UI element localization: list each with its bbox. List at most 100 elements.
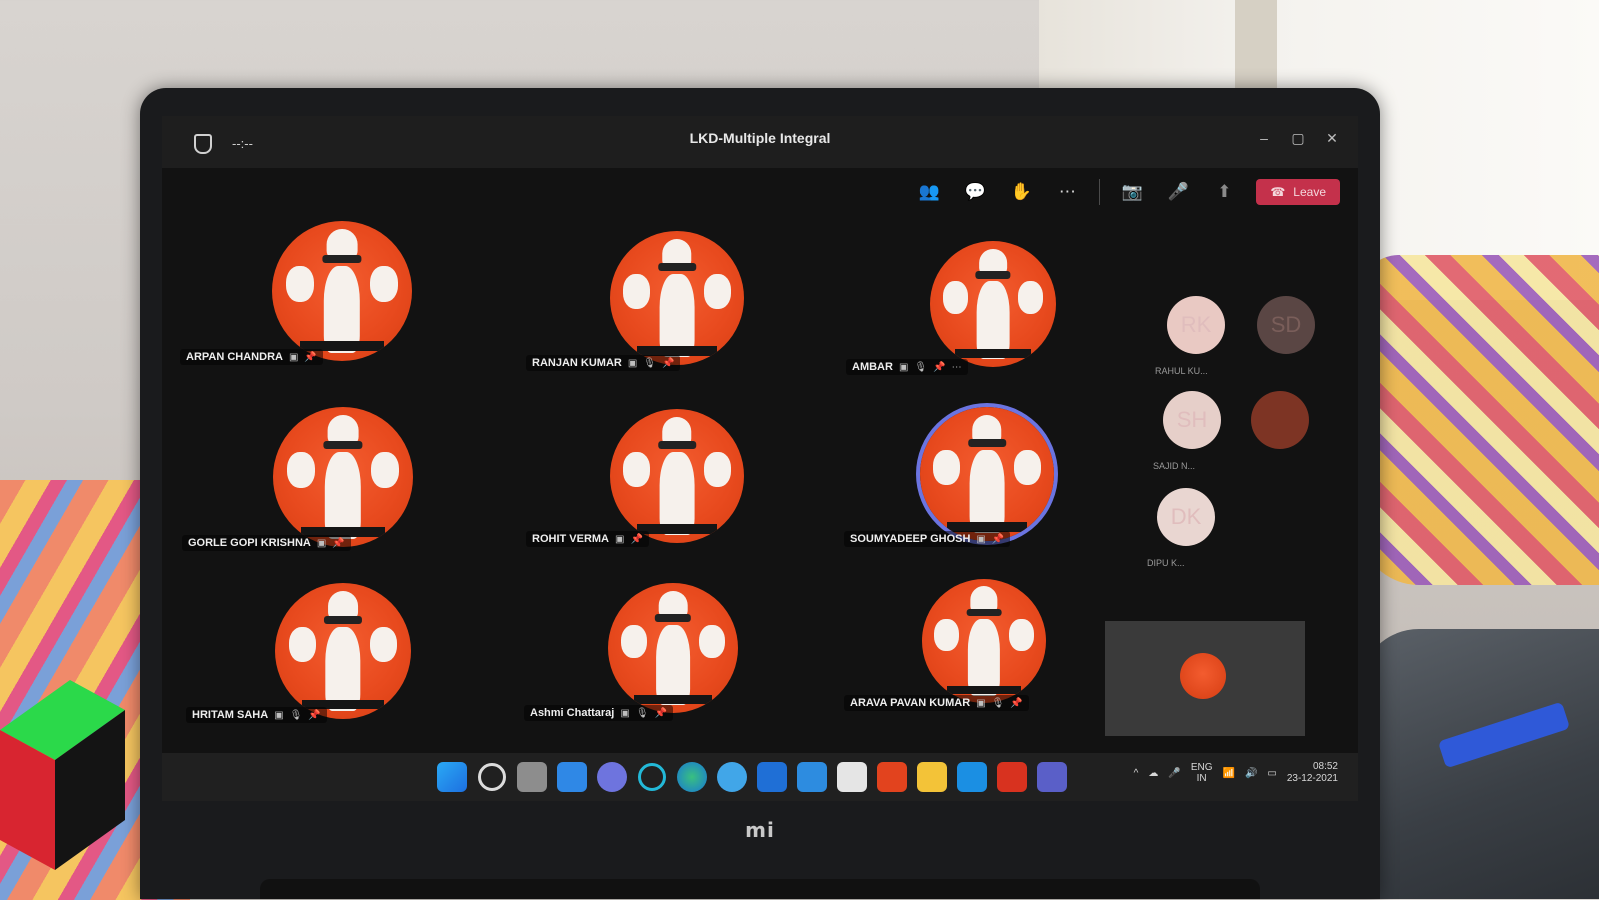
pin-icon[interactable]: 📌 [1010, 698, 1022, 709]
participant-tile[interactable]: AMBAR ▣ 🎙 📌 ⋯ [840, 241, 1120, 411]
participant-name-row: SOUMYADEEP GHOSH ▣ 📌 [844, 531, 1011, 547]
camera-off-icon: ▣ [288, 351, 299, 363]
start-icon[interactable] [437, 762, 467, 792]
participant-tile[interactable]: ARAVA PAVAN KUMAR ▣ 🎙 📌 [840, 579, 1120, 749]
chevron-up-icon[interactable]: ^ [1134, 768, 1139, 779]
participant-name: ARAVA PAVAN KUMAR [850, 697, 971, 709]
taskbar: ^ ☁ 🎤 ENG IN 📶 🔊 ▭ 08:52 23-12-2021 [162, 753, 1358, 801]
participant-tile[interactable]: GORLE GOPI KRISHNA ▣ 📌 [180, 407, 460, 577]
office-app-icon[interactable] [997, 762, 1027, 792]
store-icon[interactable] [757, 762, 787, 792]
camera-off-icon: ▣ [615, 533, 625, 545]
participant-tile[interactable]: RANJAN KUMAR ▣ 🎙 📌 [520, 231, 800, 401]
participant-avatar [608, 583, 738, 713]
participant-tile[interactable]: ROHIT VERMA ▣ 📌 [520, 409, 800, 579]
leave-label: Leave [1293, 185, 1326, 199]
close-icon[interactable]: ✕ [1318, 130, 1346, 147]
participant-photo-avatar[interactable] [1251, 391, 1309, 449]
maximize-icon[interactable]: ▢ [1284, 130, 1312, 147]
language-indicator[interactable]: ENG IN [1191, 762, 1213, 784]
pin-icon[interactable]: 📌 [655, 708, 667, 719]
phone-icon: ☎ [1270, 185, 1286, 199]
pin-icon[interactable]: 📌 [304, 352, 316, 363]
search-icon[interactable] [478, 763, 506, 791]
participant-name-row: GORLE GOPI KRISHNA ▣ 📌 [182, 535, 351, 551]
participant-name: HRITAM SAHA [192, 709, 269, 721]
participant-avatar [273, 407, 413, 547]
battery-icon[interactable]: ▭ [1267, 768, 1276, 779]
self-view[interactable] [1105, 621, 1305, 736]
mic-off-icon: 🎙 [289, 709, 303, 721]
raise-hand-icon[interactable]: ✋ [1007, 178, 1035, 206]
pin-icon[interactable]: 📌 [662, 358, 674, 369]
calendar-icon[interactable] [837, 762, 867, 792]
microphone-icon[interactable]: 🎤 [1168, 768, 1180, 779]
pin-icon[interactable]: 📌 [933, 362, 945, 373]
participant-initials-avatar[interactable]: SD [1257, 296, 1315, 354]
widgets-icon[interactable] [557, 762, 587, 792]
participant-initials-avatar[interactable]: RK [1167, 296, 1225, 354]
pillow [1359, 255, 1599, 585]
pin-icon[interactable]: 📌 [992, 534, 1004, 545]
participant-name: GORLE GOPI KRISHNA [188, 537, 311, 549]
share-icon[interactable]: ⬆ [1210, 178, 1238, 206]
cortana-icon[interactable] [638, 763, 666, 791]
participant-grid: ARPAN CHANDRA ▣ 📌 RANJAN KUMAR ▣ 🎙 📌 AMB… [180, 221, 1060, 741]
mic-off-icon[interactable]: 🎤 [1164, 178, 1192, 206]
cloud-icon[interactable]: ☁ [1148, 768, 1158, 779]
rubiks-cube [0, 680, 125, 870]
participant-tile[interactable]: Ashmi Chattaraj ▣ 🎙 📌 [520, 583, 800, 753]
title-bar: --:-- LKD-Multiple Integral – ▢ ✕ [162, 116, 1358, 168]
participant-avatar [275, 583, 411, 719]
clock[interactable]: 08:52 23-12-2021 [1287, 761, 1338, 785]
taskbar-apps [437, 762, 1067, 792]
mail-icon[interactable] [797, 762, 827, 792]
participant-avatar [272, 221, 412, 361]
participant-name-row: ARPAN CHANDRA ▣ 📌 [180, 349, 323, 365]
leave-button[interactable]: ☎ Leave [1256, 179, 1340, 205]
self-avatar [1180, 653, 1226, 699]
pin-icon[interactable]: 📌 [308, 710, 320, 721]
more-icon[interactable]: ⋯ [952, 362, 962, 373]
meeting-toolbar: 👥 💬 ✋ ⋯ 📷 🎤 ⬆ ☎ Leave [915, 172, 1340, 212]
window-title: LKD-Multiple Integral [689, 130, 831, 146]
laptop: --:-- LKD-Multiple Integral – ▢ ✕ 👥 💬 ✋ … [140, 88, 1380, 899]
participant-initials-avatar[interactable]: SH [1163, 391, 1221, 449]
mic-off-icon: 🎙 [991, 697, 1005, 709]
participant-name-row: ARAVA PAVAN KUMAR ▣ 🎙 📌 [844, 695, 1029, 711]
participant-name: AMBAR [852, 361, 893, 373]
participant-tile[interactable]: SOUMYADEEP GHOSH ▣ 📌 [840, 407, 1120, 577]
pin-icon[interactable]: 📌 [630, 534, 642, 545]
participant-tile[interactable]: HRITAM SAHA ▣ 🎙 📌 [180, 583, 460, 753]
teams-icon[interactable] [1037, 762, 1067, 792]
office-icon[interactable] [877, 762, 907, 792]
camera-off-icon: ▣ [898, 361, 909, 373]
chat-icon[interactable] [597, 762, 627, 792]
minimize-icon[interactable]: – [1250, 130, 1278, 146]
backpack [1359, 629, 1599, 899]
participant-name-row: Ashmi Chattaraj ▣ 🎙 📌 [524, 705, 673, 721]
photos-icon[interactable] [957, 762, 987, 792]
participant-tile[interactable]: ARPAN CHANDRA ▣ 📌 [180, 221, 460, 391]
camera-off-icon: ▣ [627, 357, 638, 369]
task-view-icon[interactable] [517, 762, 547, 792]
wifi-icon[interactable]: 📶 [1222, 768, 1234, 779]
participant-short-name: SAJID N... [1153, 461, 1196, 471]
folder-icon[interactable] [917, 762, 947, 792]
volume-icon[interactable]: 🔊 [1245, 768, 1257, 779]
toolbar-divider [1099, 179, 1101, 205]
participant-short-name: DIPU K... [1147, 558, 1185, 568]
browser-icon[interactable] [717, 762, 747, 792]
participant-name-row: HRITAM SAHA ▣ 🎙 📌 [186, 707, 327, 723]
camera-off-icon[interactable]: 📷 [1118, 178, 1146, 206]
more-icon[interactable]: ⋯ [1053, 178, 1081, 206]
pin-icon[interactable]: 📌 [332, 538, 344, 549]
participant-name: SOUMYADEEP GHOSH [850, 533, 971, 545]
participant-initials-avatar[interactable]: DK [1157, 488, 1215, 546]
participant-short-name: RAHUL KU... [1155, 366, 1208, 376]
participant-name: ROHIT VERMA [532, 533, 609, 545]
people-icon[interactable]: 👥 [915, 178, 943, 206]
chat-icon[interactable]: 💬 [961, 178, 989, 206]
edge-icon[interactable] [677, 762, 707, 792]
participant-name-row: RANJAN KUMAR ▣ 🎙 📌 [526, 355, 681, 371]
